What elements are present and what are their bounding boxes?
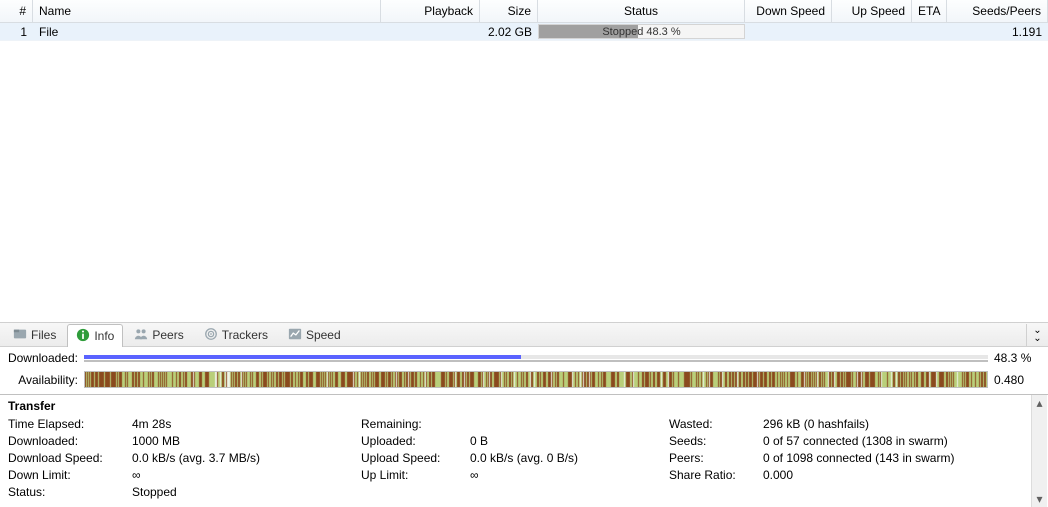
status-label: Status: — [8, 485, 128, 499]
transfer-panel: ▴ ▾ Transfer Time Elapsed: 4m 28s Remain… — [0, 394, 1048, 507]
remaining-value — [470, 417, 665, 431]
downloaded-row: Downloaded: 48.3 % — [6, 351, 1042, 365]
tab-label: Info — [94, 329, 114, 343]
column-header-upspeed[interactable]: Up Speed — [832, 0, 912, 22]
peers-icon — [134, 327, 148, 344]
tab-info[interactable]: Info — [67, 324, 123, 348]
dlspeed-label: Download Speed: — [8, 451, 128, 465]
tab-peers[interactable]: Peers — [125, 323, 192, 347]
detail-tabs: Files Info Peers Trackers Speed ⌄⌄ — [0, 322, 1048, 347]
downlimit-value: ∞ — [132, 468, 357, 482]
ulspeed-value: 0.0 kB/s (avg. 0 B/s) — [470, 451, 665, 465]
pieces-panel: Downloaded: 48.3 % Availability: 0.480 — [0, 347, 1048, 394]
availability-pieces-bar — [84, 371, 988, 388]
column-header-eta[interactable]: ETA — [912, 0, 947, 22]
downlimit-label: Down Limit: — [8, 468, 128, 482]
trackers-icon — [204, 327, 218, 344]
column-header-status[interactable]: Status — [538, 0, 745, 22]
availability-value: 0.480 — [994, 373, 1042, 387]
time-elapsed-label: Time Elapsed: — [8, 417, 128, 431]
column-header-name[interactable]: Name — [33, 0, 381, 22]
list-empty-area — [0, 41, 1048, 322]
scroll-up-icon[interactable]: ▴ — [1032, 395, 1048, 411]
torrent-list: # Name Playback Size Status Down Speed U… — [0, 0, 1048, 41]
uplimit-label: Up Limit: — [361, 468, 466, 482]
downloaded-value: 1000 MB — [132, 434, 357, 448]
peers-value: 0 of 1098 connected (143 in swarm) — [763, 451, 1023, 465]
column-header-size[interactable]: Size — [480, 0, 538, 22]
column-header-playback[interactable]: Playback — [381, 0, 480, 22]
scroll-down-icon[interactable]: ▾ — [1032, 491, 1048, 507]
torrent-row-num: 1 — [0, 23, 33, 40]
downloaded-label: Downloaded: — [8, 434, 128, 448]
dlspeed-value: 0.0 kB/s (avg. 3.7 MB/s) — [132, 451, 357, 465]
column-header-num[interactable]: # — [0, 0, 33, 22]
torrent-row-downspeed — [745, 23, 832, 40]
downloaded-label: Downloaded: — [6, 351, 78, 365]
torrent-row-size: 2.02 GB — [480, 23, 538, 40]
uplimit-value: ∞ — [470, 468, 665, 482]
wasted-label: Wasted: — [669, 417, 759, 431]
chevron-double-down-icon: ⌄⌄ — [1033, 327, 1041, 343]
tabs-expand-button[interactable]: ⌄⌄ — [1026, 324, 1048, 346]
time-elapsed-value: 4m 28s — [132, 417, 357, 431]
tab-speed[interactable]: Speed — [279, 323, 350, 347]
torrent-row-playback — [381, 23, 480, 40]
status-value: Stopped — [132, 485, 357, 499]
uploaded-label: Uploaded: — [361, 434, 466, 448]
downloaded-value: 48.3 % — [994, 351, 1042, 365]
status-progress-label: Stopped 48.3 % — [539, 25, 744, 38]
info-icon — [76, 328, 90, 345]
status-progress-bar: Stopped 48.3 % — [538, 24, 745, 39]
transfer-title: Transfer — [8, 399, 1040, 413]
availability-row: Availability: 0.480 — [6, 371, 1042, 388]
speed-icon — [288, 327, 302, 344]
downloaded-progress-thin — [84, 355, 988, 359]
torrent-row-seedspeers: 1.191 — [947, 23, 1048, 40]
torrent-list-header: # Name Playback Size Status Down Speed U… — [0, 0, 1048, 23]
share-value: 0.000 — [763, 468, 1023, 482]
uploaded-value: 0 B — [470, 434, 665, 448]
tab-label: Peers — [152, 328, 183, 342]
torrent-row-name: File — [33, 23, 381, 40]
torrent-row-status: Stopped 48.3 % — [538, 23, 745, 40]
transfer-scrollbar[interactable]: ▴ ▾ — [1031, 395, 1047, 507]
downloaded-pieces-bar — [84, 360, 988, 362]
transfer-grid: Time Elapsed: 4m 28s Remaining: Wasted: … — [8, 417, 1040, 499]
files-icon — [13, 327, 27, 344]
tab-trackers[interactable]: Trackers — [195, 323, 277, 347]
column-header-seedspeers[interactable]: Seeds/Peers — [947, 0, 1048, 22]
tab-label: Speed — [306, 328, 341, 342]
seeds-value: 0 of 57 connected (1308 in swarm) — [763, 434, 1023, 448]
tab-label: Files — [31, 328, 56, 342]
ulspeed-label: Upload Speed: — [361, 451, 466, 465]
torrent-row-upspeed — [832, 23, 912, 40]
seeds-label: Seeds: — [669, 434, 759, 448]
wasted-value: 296 kB (0 hashfails) — [763, 417, 1023, 431]
share-label: Share Ratio: — [669, 468, 759, 482]
tab-files[interactable]: Files — [4, 323, 65, 347]
peers-label: Peers: — [669, 451, 759, 465]
torrent-row[interactable]: 1 File 2.02 GB Stopped 48.3 % 1.191 — [0, 23, 1048, 41]
remaining-label: Remaining: — [361, 417, 466, 431]
torrent-row-eta — [912, 23, 947, 40]
tab-label: Trackers — [222, 328, 268, 342]
column-header-downspeed[interactable]: Down Speed — [745, 0, 832, 22]
availability-label: Availability: — [6, 373, 78, 387]
